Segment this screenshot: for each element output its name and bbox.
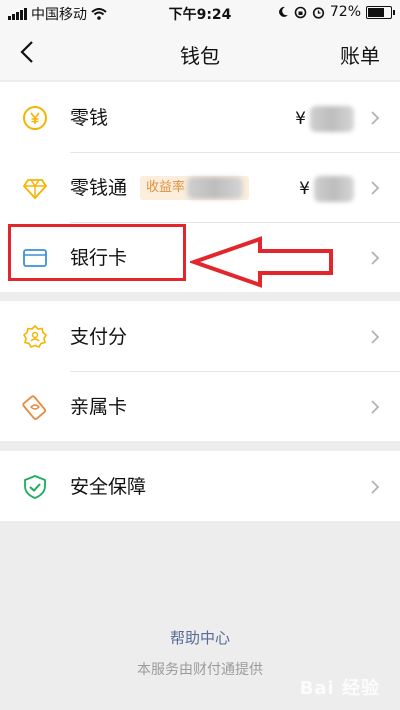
currency-symbol: ¥ [299, 179, 310, 199]
moon-icon [278, 6, 288, 17]
wallet-group-secondary: 支付分 亲属卡 [0, 301, 400, 441]
yield-badge: 收益率 [140, 176, 250, 200]
blurred-balance [310, 106, 354, 132]
blurred-yield [187, 177, 244, 199]
blurred-balance [314, 176, 354, 202]
currency-symbol: ¥ [295, 109, 306, 129]
change-plus-amount: ¥ [299, 176, 354, 202]
family-card-label: 亲属卡 [70, 396, 128, 418]
chevron-right-icon [371, 480, 380, 494]
security-label: 安全保障 [70, 476, 147, 498]
change-amount: ¥ [295, 106, 354, 132]
status-right: 72% [277, 4, 395, 20]
highlight-box [8, 224, 186, 281]
alarm-icon [312, 6, 324, 19]
left-arrow-annotation-icon [190, 236, 333, 288]
chevron-right-icon [371, 251, 380, 265]
badge-score-icon [22, 324, 48, 348]
change-plus-label: 零钱通 [70, 177, 128, 199]
shield-check-icon [24, 475, 46, 499]
change-label: 零钱 [70, 107, 109, 129]
chevron-right-icon [371, 400, 380, 414]
diamond-icon [22, 179, 48, 200]
list-item-pay-score[interactable]: 支付分 [0, 301, 400, 371]
watermark: Bai 经验 [299, 678, 380, 699]
yen-coin-icon [23, 106, 47, 130]
bill-button[interactable]: 账单 [340, 40, 380, 69]
family-card-icon [22, 395, 47, 420]
rotation-lock-icon [294, 6, 307, 18]
status-bar: 中国移动 下午9:24 72% [0, 0, 400, 26]
list-item-security[interactable]: 安全保障 [0, 451, 400, 521]
wallet-group-security: 安全保障 [0, 451, 400, 521]
yield-badge-text: 收益率 [146, 180, 186, 195]
nav-bar: 钱包 账单 [0, 26, 400, 80]
chevron-right-icon [371, 111, 380, 125]
list-item-change-plus[interactable]: 零钱通 收益率 ¥ [0, 152, 400, 222]
battery-icon [366, 5, 395, 19]
chevron-right-icon [371, 330, 380, 344]
list-item-change[interactable]: 零钱 ¥ [0, 82, 400, 152]
list-item-family-card[interactable]: 亲属卡 [0, 371, 400, 441]
battery-percent: 72% [329, 4, 361, 20]
help-center-link[interactable]: 帮助中心 [0, 627, 400, 648]
chevron-right-icon [371, 181, 380, 195]
pay-score-label: 支付分 [70, 326, 128, 348]
